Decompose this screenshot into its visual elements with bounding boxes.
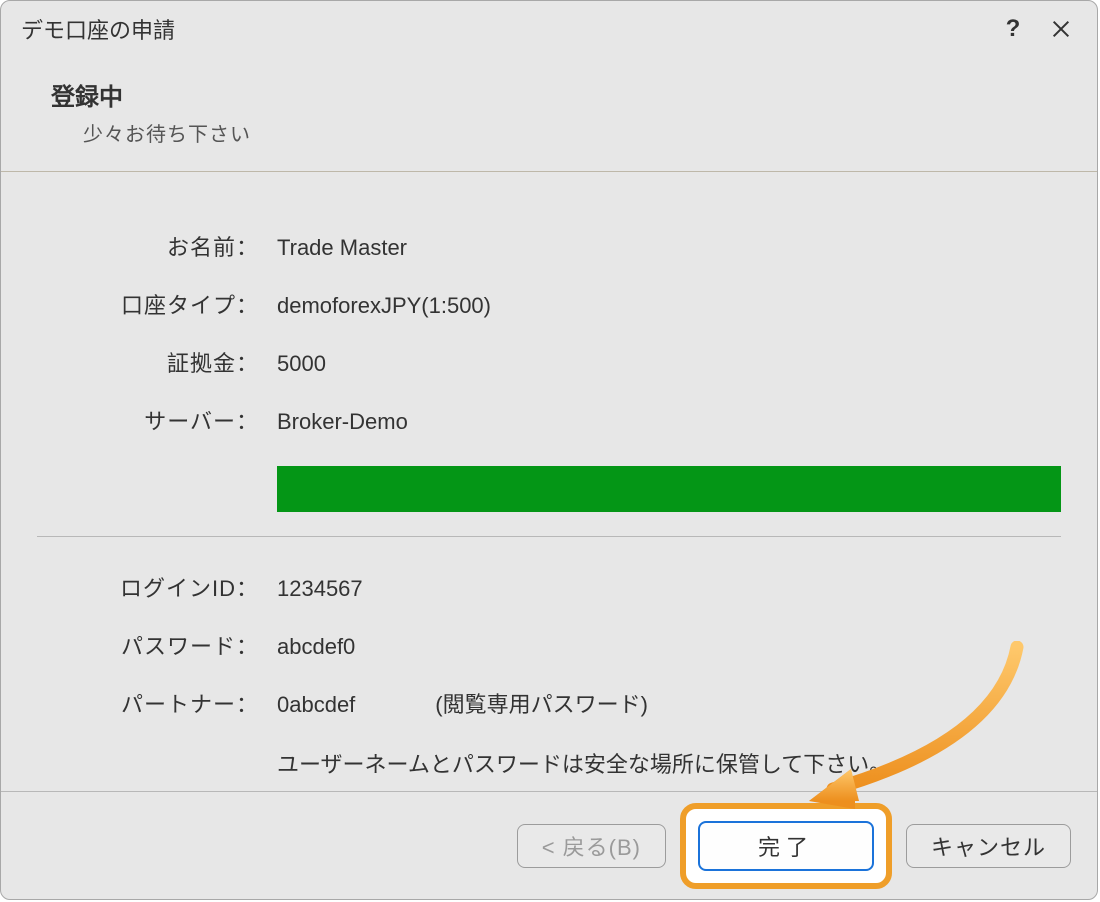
progress-bar (277, 466, 1061, 512)
back-button[interactable]: < 戻る(B) (517, 824, 666, 868)
header-subtitle: 少々お待ち下さい (41, 118, 1057, 147)
partner-label: パートナー： (37, 687, 259, 719)
finish-highlight: 完了 (680, 803, 892, 889)
help-button[interactable]: ? (989, 5, 1037, 53)
deposit-value: 5000 (259, 351, 326, 377)
type-label: 口座タイプ： (37, 288, 259, 320)
titlebar: デモ口座の申請 ? (1, 1, 1097, 57)
password-value: abcdef0 (259, 634, 355, 660)
close-icon (1050, 18, 1072, 40)
demo-account-dialog: デモ口座の申請 ? 登録中 少々お待ち下さい お名前： Trade Master… (0, 0, 1098, 900)
progress-container (277, 466, 1061, 512)
header-area: 登録中 少々お待ち下さい (1, 57, 1097, 172)
password-label: パスワード： (37, 629, 259, 661)
field-server: サーバー： Broker-Demo (37, 404, 1061, 436)
login-value: 1234567 (259, 576, 363, 602)
cancel-button-label: キャンセル (931, 830, 1046, 862)
finish-button-label: 完了 (758, 830, 814, 862)
content-area: お名前： Trade Master 口座タイプ： demoforexJPY(1:… (1, 172, 1097, 791)
close-button[interactable] (1037, 5, 1085, 53)
field-login: ログインID： 1234567 (37, 571, 1061, 603)
type-value: demoforexJPY(1:500) (259, 293, 491, 319)
deposit-label: 証拠金： (37, 346, 259, 378)
name-value: Trade Master (259, 235, 407, 261)
field-password: パスワード： abcdef0 (37, 629, 1061, 661)
partner-value: 0abcdef (259, 692, 355, 718)
cancel-button[interactable]: キャンセル (906, 824, 1071, 868)
section-divider (37, 536, 1061, 537)
server-value: Broker-Demo (259, 409, 408, 435)
back-button-label: < 戻る(B) (542, 830, 641, 862)
partner-note: (閲覧専用パスワード) (355, 687, 648, 719)
field-account-type: 口座タイプ： demoforexJPY(1:500) (37, 288, 1061, 320)
server-label: サーバー： (37, 404, 259, 436)
field-deposit: 証拠金： 5000 (37, 346, 1061, 378)
name-label: お名前： (37, 230, 259, 262)
field-partner: パートナー： 0abcdef (閲覧専用パスワード) (37, 687, 1061, 719)
help-icon: ? (1006, 15, 1021, 43)
footer-bar: < 戻る(B) 完了 キャンセル (1, 791, 1097, 899)
login-label: ログインID： (37, 571, 259, 603)
safety-note: ユーザーネームとパスワードは安全な場所に保管して下さい。 (277, 747, 1061, 779)
dialog-title: デモ口座の申請 (21, 13, 175, 45)
field-name: お名前： Trade Master (37, 230, 1061, 262)
header-title: 登録中 (41, 77, 1057, 112)
finish-button[interactable]: 完了 (698, 821, 874, 871)
